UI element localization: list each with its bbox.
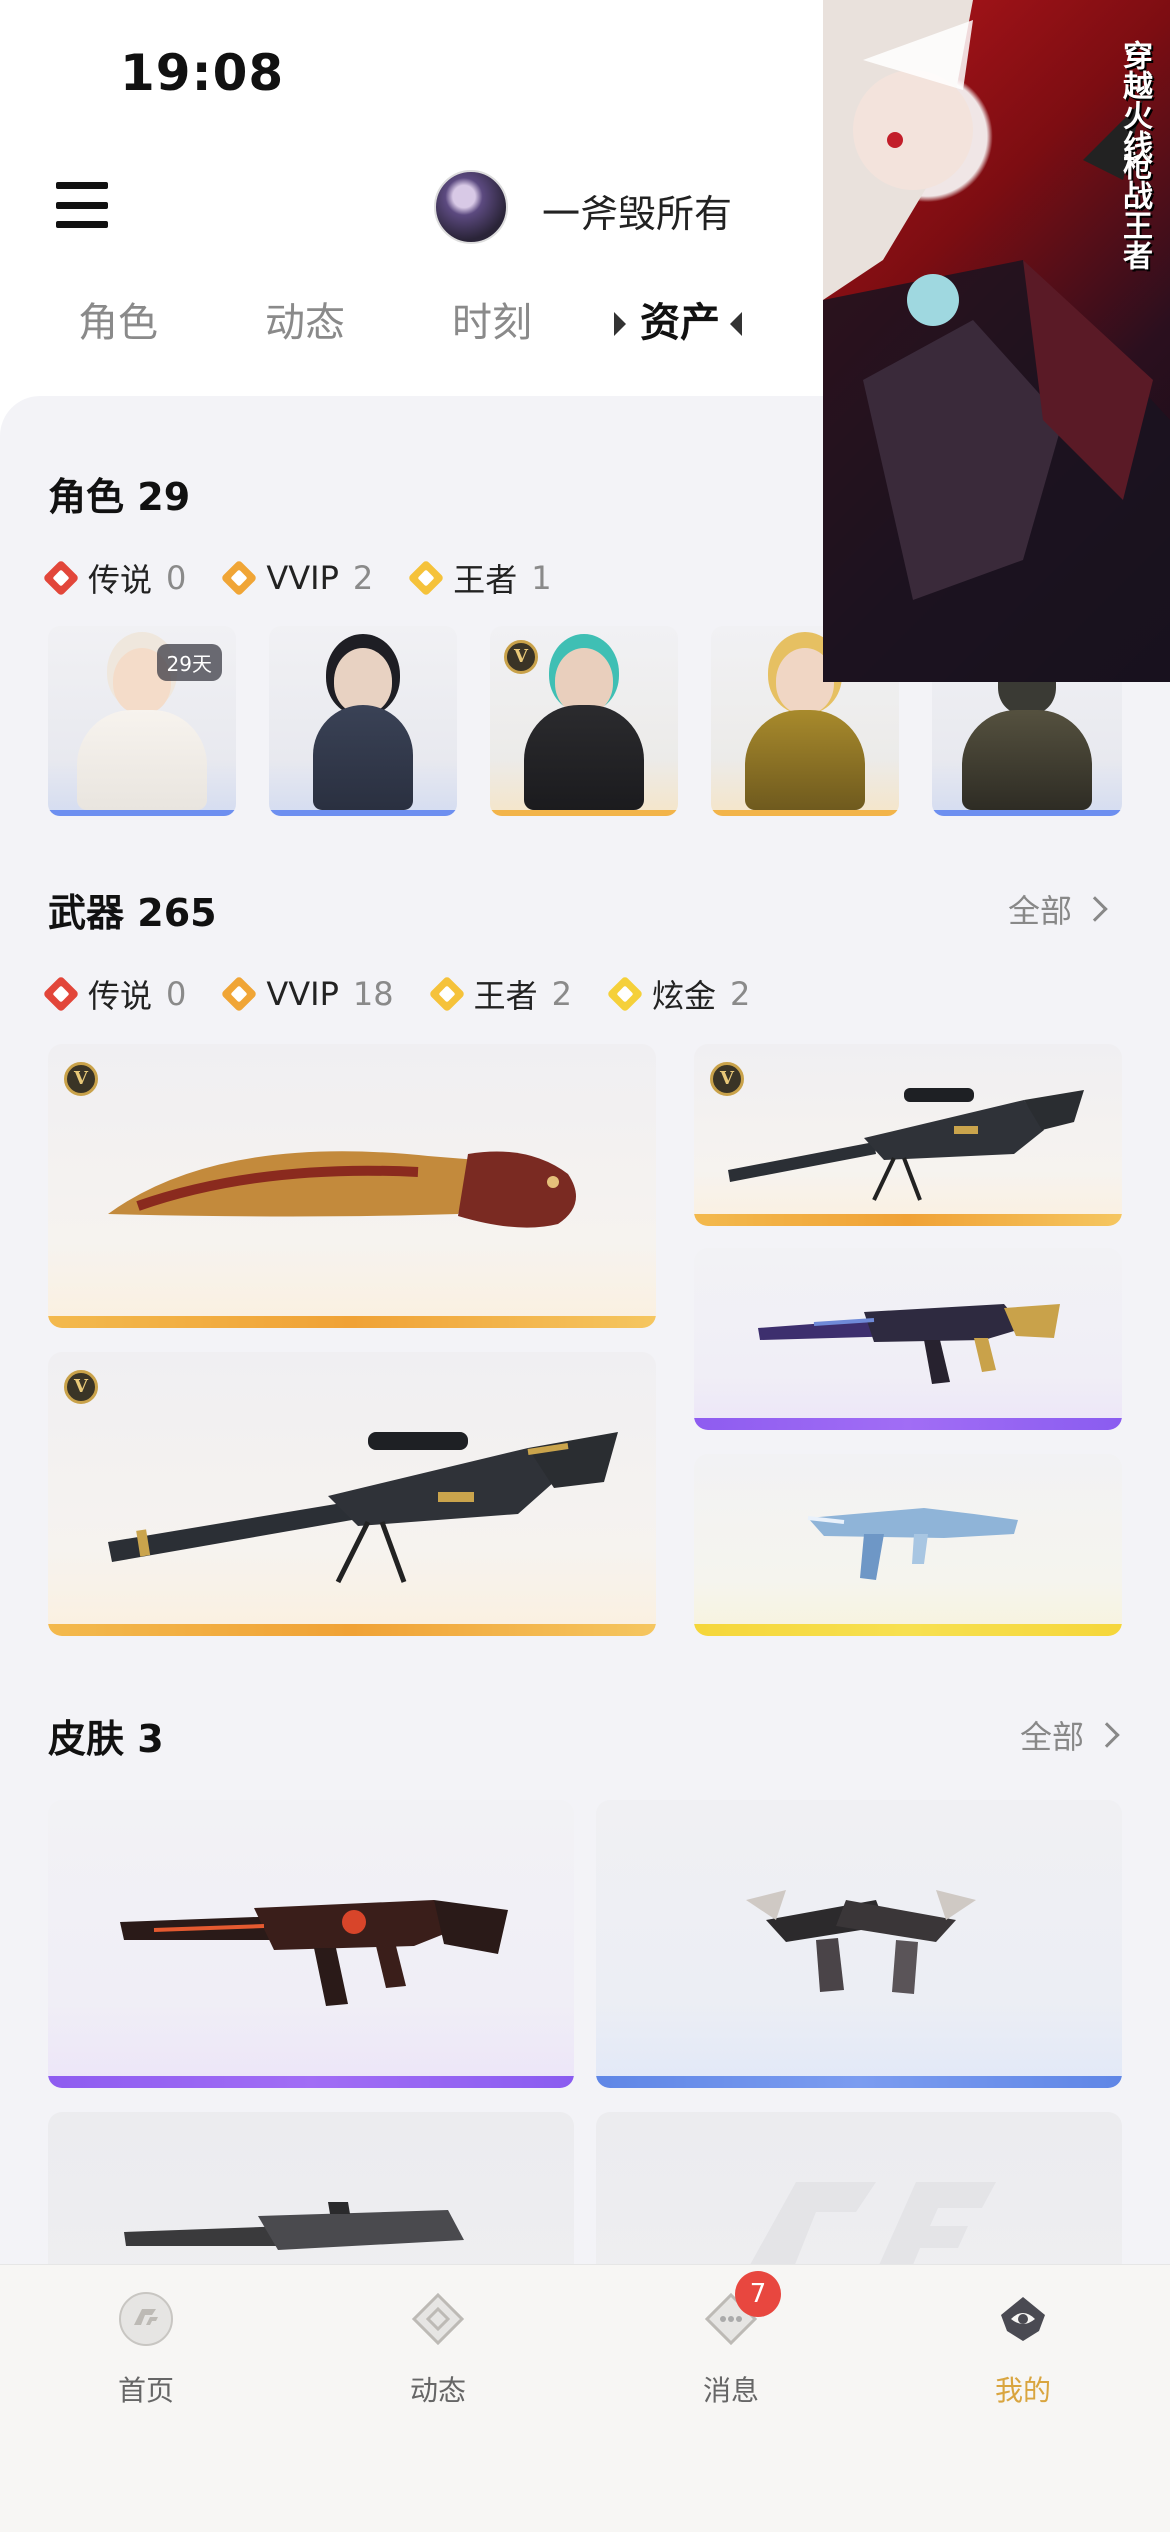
vvip-rarity-icon bbox=[220, 975, 258, 1013]
sniper-rifle-large-image bbox=[108, 1432, 618, 1584]
home-icon bbox=[118, 2291, 174, 2347]
roles-section-title: 角色 29 bbox=[48, 475, 191, 519]
game-logo-2: 枪战王者 bbox=[1117, 150, 1152, 270]
nav-messages[interactable]: 7 消息 bbox=[651, 2271, 811, 2409]
weapons-section-title: 武器 265 bbox=[48, 891, 217, 935]
chevron-right-icon bbox=[1094, 1722, 1120, 1748]
legend-rarity-icon bbox=[42, 975, 80, 1013]
rifle-skin-image bbox=[124, 2202, 464, 2250]
vip-badge: V bbox=[64, 1062, 98, 1096]
rarity-gold[interactable]: 炫金 2 bbox=[606, 971, 750, 1017]
rarity-vvip[interactable]: VVIP 2 bbox=[220, 559, 373, 597]
nav-profile[interactable]: 我的 bbox=[943, 2291, 1103, 2409]
nav-feed[interactable]: 动态 bbox=[358, 2291, 518, 2409]
nav-home[interactable]: 首页 bbox=[66, 2291, 226, 2409]
legend-rarity-icon bbox=[42, 559, 80, 597]
chevron-right-icon bbox=[1082, 896, 1108, 922]
tab-moments[interactable]: 时刻 bbox=[452, 290, 532, 348]
assault-rifle-skin-image bbox=[120, 1900, 508, 2006]
tab-feed[interactable]: 动态 bbox=[265, 290, 345, 348]
days-remaining-badge: 29天 bbox=[156, 644, 222, 681]
role-card[interactable]: 29天 bbox=[48, 626, 236, 816]
username: 一斧毁所有 bbox=[542, 192, 733, 236]
rarity-king[interactable]: 王者 2 bbox=[428, 971, 572, 1017]
sniper-rifle-image bbox=[728, 1088, 1084, 1201]
vip-badge: V bbox=[504, 640, 538, 674]
weapon-card-smg[interactable] bbox=[694, 1454, 1122, 1636]
gold-rarity-icon bbox=[606, 975, 644, 1013]
rarity-legend[interactable]: 传说 0 bbox=[42, 971, 186, 1017]
vip-badge: V bbox=[64, 1370, 98, 1404]
message-icon: 7 bbox=[703, 2271, 781, 2347]
avatar[interactable] bbox=[434, 170, 508, 244]
role-card[interactable] bbox=[269, 626, 457, 816]
weapon-card-rifle[interactable] bbox=[694, 1248, 1122, 1430]
tab-indicator-left bbox=[614, 312, 626, 336]
tab-bar: 角色 动态 时刻 资产 bbox=[0, 290, 820, 370]
feed-icon bbox=[410, 2291, 466, 2347]
role-card[interactable]: V bbox=[490, 626, 678, 816]
skins-section-title: 皮肤 3 bbox=[48, 1717, 164, 1761]
weapon-card-knife[interactable]: V bbox=[48, 1044, 656, 1328]
rarity-vvip[interactable]: VVIP 18 bbox=[220, 975, 394, 1013]
king-rarity-icon bbox=[407, 559, 445, 597]
king-rarity-icon bbox=[428, 975, 465, 1013]
roles-rarity-filters: 传说 0 VVIP 2 王者 1 bbox=[42, 555, 592, 601]
menu-icon bbox=[56, 182, 108, 189]
skin-card[interactable] bbox=[48, 1800, 574, 2088]
weapon-card-sniper-large[interactable]: V bbox=[48, 1352, 656, 1636]
bottom-nav: 首页 动态 7 消息 我的 bbox=[0, 2264, 1170, 2532]
weapon-card-sniper[interactable]: V bbox=[694, 1044, 1122, 1226]
dual-pistols-skin-image bbox=[746, 1890, 976, 1994]
weapons-rarity-filters: 传说 0 VVIP 18 王者 2 炫金 2 bbox=[42, 971, 790, 1017]
tab-roles[interactable]: 角色 bbox=[78, 290, 158, 348]
tab-assets[interactable]: 资产 bbox=[640, 290, 720, 348]
menu-button[interactable] bbox=[56, 182, 108, 228]
skin-card[interactable] bbox=[596, 1800, 1122, 2088]
smg-image bbox=[807, 1508, 1018, 1580]
knife-image bbox=[108, 1151, 576, 1228]
tab-indicator-right bbox=[730, 312, 742, 336]
promo-art-image[interactable]: 穿越火线 枪战王者 bbox=[823, 0, 1170, 682]
unread-count-badge: 7 bbox=[735, 2271, 781, 2317]
profile-icon bbox=[995, 2291, 1051, 2347]
vvip-rarity-icon bbox=[220, 559, 258, 597]
rarity-king[interactable]: 王者 1 bbox=[407, 555, 552, 601]
assault-rifle-image bbox=[758, 1304, 1060, 1384]
game-logo: 穿越火线 bbox=[1117, 40, 1152, 160]
rarity-legend[interactable]: 传说 0 bbox=[42, 555, 186, 601]
weapons-see-all[interactable]: 全部 bbox=[1008, 886, 1108, 932]
status-time: 19:08 bbox=[120, 44, 285, 102]
skins-see-all[interactable]: 全部 bbox=[1020, 1712, 1120, 1758]
